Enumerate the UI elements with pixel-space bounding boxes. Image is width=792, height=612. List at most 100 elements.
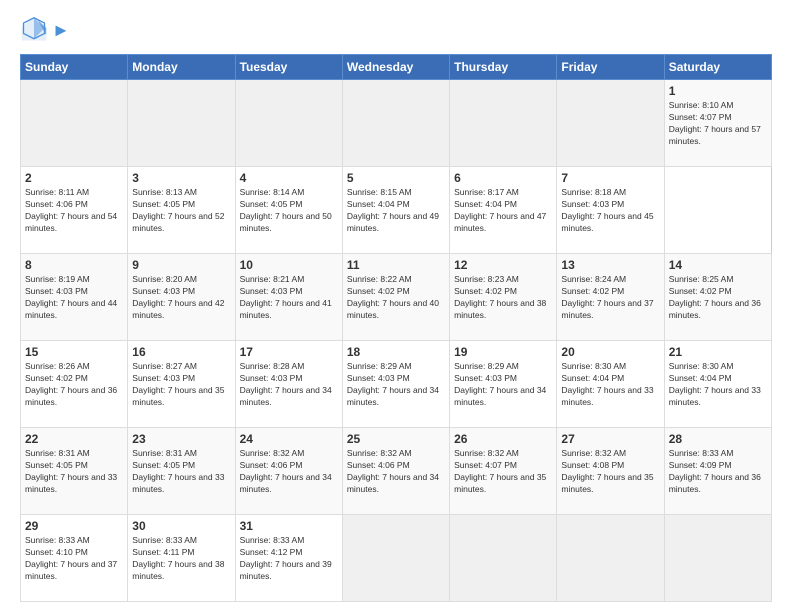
calendar-cell: 1 Sunrise: 8:10 AMSunset: 4:07 PMDayligh… [664,80,771,167]
weekday-header-monday: Monday [128,55,235,80]
day-info: Sunrise: 8:29 AMSunset: 4:03 PMDaylight:… [454,361,546,407]
day-info: Sunrise: 8:15 AMSunset: 4:04 PMDaylight:… [347,187,439,233]
calendar-cell: 31 Sunrise: 8:33 AMSunset: 4:12 PMDaylig… [235,515,342,602]
day-number: 24 [240,432,338,446]
day-info: Sunrise: 8:21 AMSunset: 4:03 PMDaylight:… [240,274,332,320]
day-info: Sunrise: 8:32 AMSunset: 4:06 PMDaylight:… [347,448,439,494]
weekday-header-friday: Friday [557,55,664,80]
calendar-cell: 10 Sunrise: 8:21 AMSunset: 4:03 PMDaylig… [235,254,342,341]
calendar-cell: 18 Sunrise: 8:29 AMSunset: 4:03 PMDaylig… [342,341,449,428]
day-number: 29 [25,519,123,533]
day-info: Sunrise: 8:27 AMSunset: 4:03 PMDaylight:… [132,361,224,407]
day-info: Sunrise: 8:10 AMSunset: 4:07 PMDaylight:… [669,100,761,146]
calendar-cell: 13 Sunrise: 8:24 AMSunset: 4:02 PMDaylig… [557,254,664,341]
calendar-cell [21,80,128,167]
day-number: 5 [347,171,445,185]
calendar-cell: 16 Sunrise: 8:27 AMSunset: 4:03 PMDaylig… [128,341,235,428]
day-number: 8 [25,258,123,272]
calendar-cell: 20 Sunrise: 8:30 AMSunset: 4:04 PMDaylig… [557,341,664,428]
calendar-cell [557,515,664,602]
day-info: Sunrise: 8:33 AMSunset: 4:09 PMDaylight:… [669,448,761,494]
calendar-cell [342,515,449,602]
day-info: Sunrise: 8:29 AMSunset: 4:03 PMDaylight:… [347,361,439,407]
day-info: Sunrise: 8:22 AMSunset: 4:02 PMDaylight:… [347,274,439,320]
day-info: Sunrise: 8:31 AMSunset: 4:05 PMDaylight:… [25,448,117,494]
weekday-header-saturday: Saturday [664,55,771,80]
calendar-cell: 24 Sunrise: 8:32 AMSunset: 4:06 PMDaylig… [235,428,342,515]
week-row-1: 2 Sunrise: 8:11 AMSunset: 4:06 PMDayligh… [21,167,772,254]
day-number: 31 [240,519,338,533]
calendar-cell: 19 Sunrise: 8:29 AMSunset: 4:03 PMDaylig… [450,341,557,428]
calendar-cell: 7 Sunrise: 8:18 AMSunset: 4:03 PMDayligh… [557,167,664,254]
day-number: 30 [132,519,230,533]
calendar-cell [128,80,235,167]
calendar-cell: 3 Sunrise: 8:13 AMSunset: 4:05 PMDayligh… [128,167,235,254]
week-row-4: 22 Sunrise: 8:31 AMSunset: 4:05 PMDaylig… [21,428,772,515]
day-info: Sunrise: 8:32 AMSunset: 4:06 PMDaylight:… [240,448,332,494]
calendar-cell: 6 Sunrise: 8:17 AMSunset: 4:04 PMDayligh… [450,167,557,254]
day-number: 6 [454,171,552,185]
logo-text: ► [52,20,70,41]
day-number: 12 [454,258,552,272]
logo: ► [20,16,70,44]
calendar-cell [342,80,449,167]
day-info: Sunrise: 8:24 AMSunset: 4:02 PMDaylight:… [561,274,653,320]
day-info: Sunrise: 8:32 AMSunset: 4:08 PMDaylight:… [561,448,653,494]
page: ► SundayMondayTuesdayWednesdayThursdayFr… [0,0,792,612]
day-number: 28 [669,432,767,446]
day-number: 20 [561,345,659,359]
day-number: 1 [669,84,767,98]
day-number: 2 [25,171,123,185]
calendar-cell [557,80,664,167]
calendar-cell: 27 Sunrise: 8:32 AMSunset: 4:08 PMDaylig… [557,428,664,515]
calendar-cell: 30 Sunrise: 8:33 AMSunset: 4:11 PMDaylig… [128,515,235,602]
calendar-table: SundayMondayTuesdayWednesdayThursdayFrid… [20,54,772,602]
calendar-cell [235,80,342,167]
day-info: Sunrise: 8:25 AMSunset: 4:02 PMDaylight:… [669,274,761,320]
week-row-5: 29 Sunrise: 8:33 AMSunset: 4:10 PMDaylig… [21,515,772,602]
calendar-cell [450,80,557,167]
day-info: Sunrise: 8:30 AMSunset: 4:04 PMDaylight:… [669,361,761,407]
week-row-3: 15 Sunrise: 8:26 AMSunset: 4:02 PMDaylig… [21,341,772,428]
day-info: Sunrise: 8:26 AMSunset: 4:02 PMDaylight:… [25,361,117,407]
calendar-cell: 29 Sunrise: 8:33 AMSunset: 4:10 PMDaylig… [21,515,128,602]
calendar-cell: 5 Sunrise: 8:15 AMSunset: 4:04 PMDayligh… [342,167,449,254]
day-number: 3 [132,171,230,185]
calendar-cell: 15 Sunrise: 8:26 AMSunset: 4:02 PMDaylig… [21,341,128,428]
day-number: 9 [132,258,230,272]
weekday-header-wednesday: Wednesday [342,55,449,80]
calendar-cell: 28 Sunrise: 8:33 AMSunset: 4:09 PMDaylig… [664,428,771,515]
day-number: 18 [347,345,445,359]
calendar-cell: 21 Sunrise: 8:30 AMSunset: 4:04 PMDaylig… [664,341,771,428]
logo-icon [20,16,48,44]
day-info: Sunrise: 8:14 AMSunset: 4:05 PMDaylight:… [240,187,332,233]
day-info: Sunrise: 8:28 AMSunset: 4:03 PMDaylight:… [240,361,332,407]
day-number: 11 [347,258,445,272]
day-info: Sunrise: 8:19 AMSunset: 4:03 PMDaylight:… [25,274,117,320]
day-number: 25 [347,432,445,446]
calendar-cell: 2 Sunrise: 8:11 AMSunset: 4:06 PMDayligh… [21,167,128,254]
calendar-cell: 25 Sunrise: 8:32 AMSunset: 4:06 PMDaylig… [342,428,449,515]
calendar-cell: 12 Sunrise: 8:23 AMSunset: 4:02 PMDaylig… [450,254,557,341]
week-row-0: 1 Sunrise: 8:10 AMSunset: 4:07 PMDayligh… [21,80,772,167]
day-info: Sunrise: 8:33 AMSunset: 4:10 PMDaylight:… [25,535,117,581]
day-info: Sunrise: 8:31 AMSunset: 4:05 PMDaylight:… [132,448,224,494]
day-info: Sunrise: 8:20 AMSunset: 4:03 PMDaylight:… [132,274,224,320]
day-info: Sunrise: 8:23 AMSunset: 4:02 PMDaylight:… [454,274,546,320]
day-info: Sunrise: 8:32 AMSunset: 4:07 PMDaylight:… [454,448,546,494]
calendar-cell [450,515,557,602]
day-info: Sunrise: 8:17 AMSunset: 4:04 PMDaylight:… [454,187,546,233]
day-number: 19 [454,345,552,359]
calendar-cell: 11 Sunrise: 8:22 AMSunset: 4:02 PMDaylig… [342,254,449,341]
calendar-cell: 26 Sunrise: 8:32 AMSunset: 4:07 PMDaylig… [450,428,557,515]
header: ► [20,16,772,44]
weekday-header-row: SundayMondayTuesdayWednesdayThursdayFrid… [21,55,772,80]
calendar-cell: 22 Sunrise: 8:31 AMSunset: 4:05 PMDaylig… [21,428,128,515]
day-number: 16 [132,345,230,359]
calendar-cell [664,515,771,602]
week-row-2: 8 Sunrise: 8:19 AMSunset: 4:03 PMDayligh… [21,254,772,341]
day-number: 26 [454,432,552,446]
day-number: 13 [561,258,659,272]
day-number: 7 [561,171,659,185]
day-number: 15 [25,345,123,359]
